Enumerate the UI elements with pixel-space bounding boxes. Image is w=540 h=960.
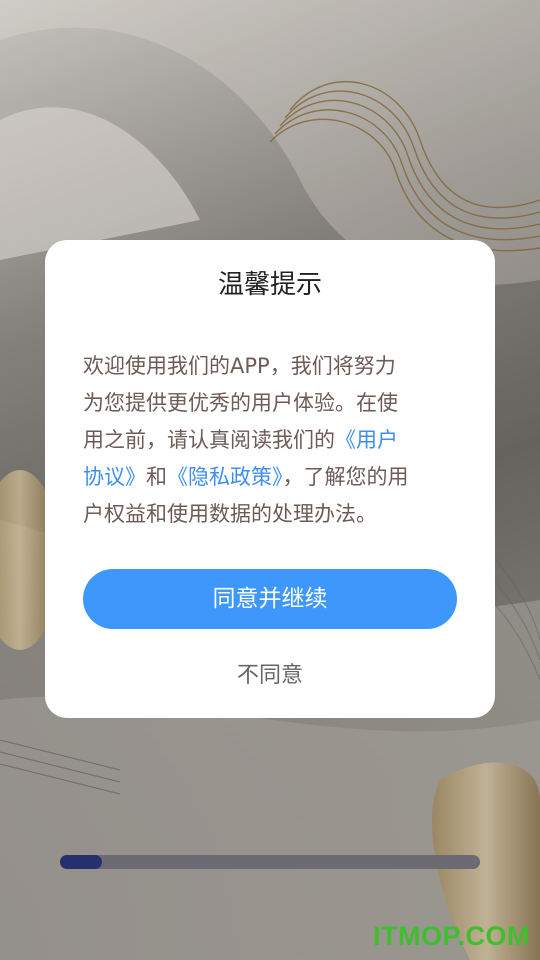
message-line: 为您提供更优秀的用户体验。在使 — [83, 385, 457, 422]
user-agreement-link[interactable]: 协议》 — [83, 465, 146, 489]
message-text: ，了解您的用 — [282, 465, 409, 489]
disagree-button[interactable]: 不同意 — [170, 656, 370, 696]
message-line: 户权益和使用数据的处理办法。 — [83, 496, 457, 533]
privacy-dialog: 温馨提示 欢迎使用我们的APP，我们将努力 为您提供更优秀的用户体验。在使 用之前，… — [45, 240, 495, 718]
message-text: 用之前，请认真阅读我们的 — [83, 428, 335, 452]
dialog-title: 温馨提示 — [217, 270, 322, 300]
message-text: 和 — [146, 465, 167, 489]
privacy-policy-link[interactable]: 《隐私政策》 — [167, 465, 283, 489]
message-text: 欢迎使用我们的APP，我们将努力 — [83, 354, 396, 378]
splash-screen: 温馨提示 欢迎使用我们的APP，我们将努力 为您提供更优秀的用户体验。在使 用之前，… — [0, 0, 540, 960]
loading-progress-track — [60, 855, 480, 869]
message-line: 协议》和《隐私政策》，了解您的用 — [83, 459, 457, 496]
user-agreement-link[interactable]: 《用户 — [335, 428, 398, 452]
dialog-message: 欢迎使用我们的APP，我们将努力 为您提供更优秀的用户体验。在使 用之前，请认真阅读… — [83, 348, 457, 533]
watermark-text: ITMOP.COM — [372, 921, 530, 951]
loading-progress-fill — [60, 855, 102, 869]
message-text: 户权益和使用数据的处理办法。 — [83, 502, 377, 526]
message-line: 用之前，请认真阅读我们的《用户 — [83, 422, 457, 459]
message-text: 为您提供更优秀的用户体验。在使 — [83, 391, 398, 415]
agree-continue-button[interactable]: 同意并继续 — [83, 569, 457, 629]
message-line: 欢迎使用我们的APP，我们将努力 — [83, 348, 457, 385]
